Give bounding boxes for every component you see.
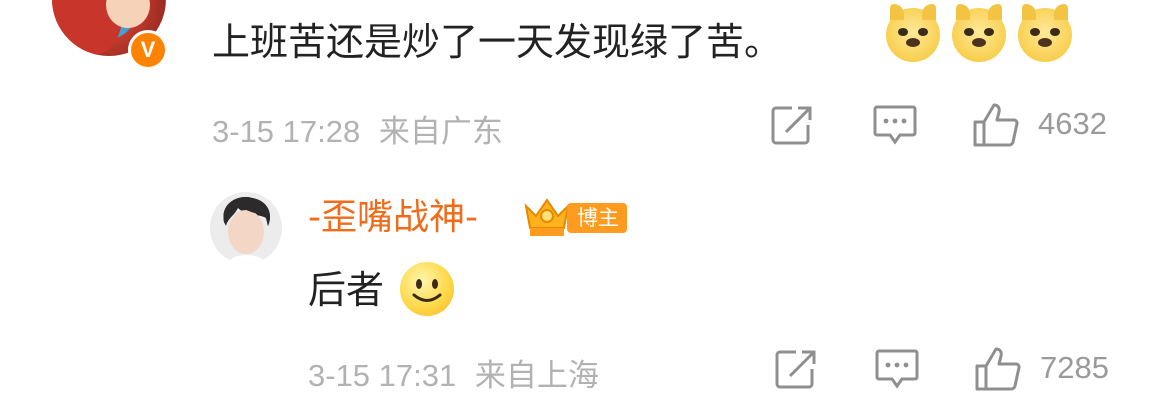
reply-meta: 3-15 17:31 来自上海 (308, 350, 599, 395)
comment-location: 来自广东 (378, 114, 503, 149)
doge-icon (1018, 4, 1072, 62)
like-icon[interactable] (972, 102, 1020, 148)
comment-meta: 3-15 17:28 来自广东 (212, 106, 503, 151)
share-icon[interactable] (770, 104, 814, 146)
crown-icon (524, 198, 570, 236)
comment-icon[interactable] (872, 104, 918, 146)
share-icon[interactable] (774, 348, 818, 390)
like-icon[interactable] (974, 346, 1022, 392)
doge-icon (886, 4, 940, 62)
doge-icon (952, 4, 1006, 62)
comment-icon[interactable] (874, 348, 920, 390)
verified-badge: V (128, 30, 168, 70)
like-count: 7285 (1040, 350, 1109, 385)
smile-icon (400, 262, 454, 316)
reply-location: 来自上海 (474, 358, 599, 393)
reply-username[interactable]: -歪嘴战神- (308, 193, 478, 243)
comment-text: 上班苦还是炒了一天发现绿了苦。 (212, 20, 783, 64)
like-count: 4632 (1038, 106, 1107, 141)
reply-text: 后者 (308, 268, 385, 312)
reply-avatar[interactable] (210, 192, 282, 264)
author-badge: 博主 (567, 203, 627, 233)
comment-timestamp: 3-15 17:28 (212, 114, 361, 149)
reply-timestamp: 3-15 17:31 (308, 358, 457, 393)
